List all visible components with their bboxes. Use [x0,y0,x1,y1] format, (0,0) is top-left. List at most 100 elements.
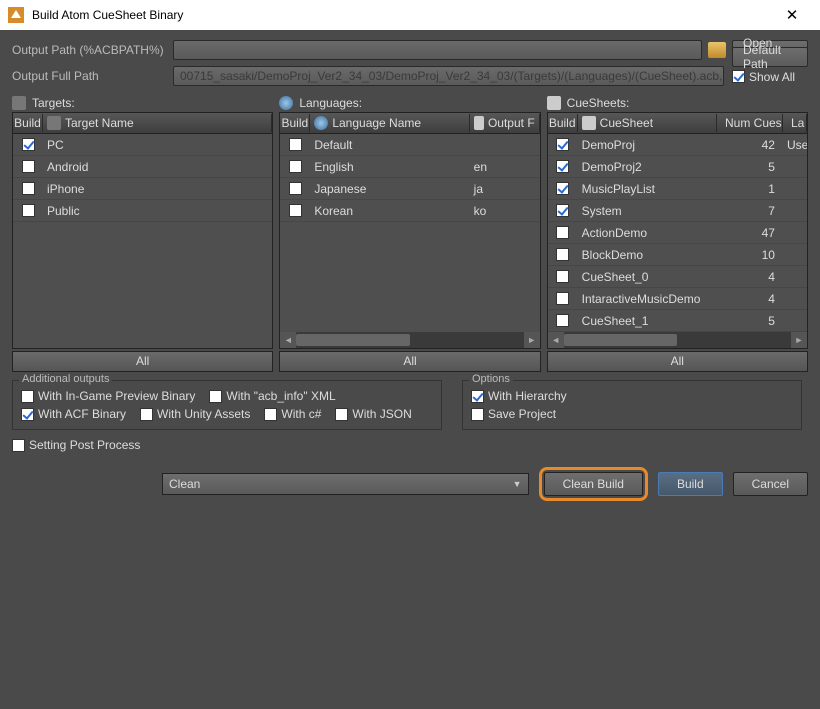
languages-hscrollbar[interactable]: ◄ ► [280,332,539,348]
build-checkbox[interactable] [13,202,43,219]
num-cues: 1 [717,180,783,198]
build-checkbox[interactable] [13,180,43,197]
addout-checkbox[interactable]: With c# [264,407,321,421]
setting-post-process-checkbox[interactable]: Setting Post Process [12,438,140,452]
options-fieldset: Options With HierarchySave Project [462,380,802,430]
addout-checkbox[interactable]: With "acb_info" XML [209,389,335,403]
table-row[interactable]: CueSheet_1 5 [548,310,807,332]
scroll-left-icon[interactable]: ◄ [548,332,564,348]
num-cues: 7 [717,202,783,220]
table-row[interactable]: PC [13,134,272,156]
col-build[interactable]: Build [280,114,310,132]
col-cuesheet[interactable]: CueSheet [578,114,717,132]
table-row[interactable]: Android [13,156,272,178]
table-row[interactable]: System 7 [548,200,807,222]
output-path-input[interactable] [173,40,702,60]
table-row[interactable]: IntaractiveMusicDemo 4 [548,288,807,310]
folder-icon[interactable] [708,42,726,58]
option-checkbox[interactable]: Save Project [471,407,793,421]
build-checkbox[interactable] [548,202,578,219]
build-checkbox[interactable] [280,136,310,153]
la-cell [783,253,807,257]
build-checkbox[interactable] [548,180,578,197]
table-row[interactable]: CueSheet_0 4 [548,266,807,288]
col-output-folder[interactable]: Output F [470,114,540,132]
scroll-right-icon[interactable]: ► [524,332,540,348]
output-folder [470,143,540,147]
targets-all-button[interactable]: All [12,351,273,372]
col-build[interactable]: Build [548,114,578,132]
cuesheets-hscrollbar[interactable]: ◄ ► [548,332,807,348]
table-row[interactable]: English en [280,156,539,178]
col-target-name[interactable]: Target Name [43,114,272,132]
show-all-checkbox[interactable]: Show All [732,70,808,84]
cuesheet-name: CueSheet_0 [578,268,717,286]
build-checkbox[interactable] [13,158,43,175]
num-cues: 42 [717,136,783,154]
language-name: Japanese [310,180,469,198]
scroll-thumb[interactable] [564,334,678,346]
option-label: With Hierarchy [488,389,567,403]
cuesheet-name: System [578,202,717,220]
checkbox-icon [209,390,222,403]
build-checkbox[interactable] [280,158,310,175]
table-row[interactable]: MusicPlayList 1 [548,178,807,200]
checkbox-icon [556,226,569,239]
checkbox-icon [12,439,25,452]
build-checkbox[interactable] [548,224,578,241]
addout-checkbox[interactable]: With JSON [335,407,411,421]
table-row[interactable]: Default [280,134,539,156]
build-checkbox[interactable] [13,136,43,153]
addout-checkbox[interactable]: With ACF Binary [21,407,126,421]
cuesheets-all-button[interactable]: All [547,351,808,372]
cuesheet-name: BlockDemo [578,246,717,264]
build-checkbox[interactable] [548,158,578,175]
scroll-thumb[interactable] [296,334,410,346]
show-all-label: Show All [749,70,795,84]
table-row[interactable]: Public [13,200,272,222]
target-name: iPhone [43,180,272,198]
addout-checkbox[interactable]: With Unity Assets [140,407,250,421]
checkbox-icon [264,408,277,421]
build-checkbox[interactable] [548,290,578,307]
table-row[interactable]: ActionDemo 47 [548,222,807,244]
close-icon[interactable]: ✕ [772,6,812,24]
checkbox-icon [140,408,153,421]
table-row[interactable]: DemoProj 42 Use [548,134,807,156]
target-name: Android [43,158,272,176]
default-path-button[interactable]: Default Path [732,47,808,67]
table-row[interactable]: Korean ko [280,200,539,222]
build-checkbox[interactable] [548,268,578,285]
col-build[interactable]: Build [13,114,43,132]
table-row[interactable]: BlockDemo 10 [548,244,807,266]
table-row[interactable]: Japanese ja [280,178,539,200]
scroll-right-icon[interactable]: ► [791,332,807,348]
target-name: Public [43,202,272,220]
languages-panel: Languages: Build Language Name Output F … [279,96,540,372]
build-checkbox[interactable] [548,246,578,263]
build-checkbox[interactable] [548,136,578,153]
clean-combo[interactable]: Clean ▼ [162,473,529,495]
option-checkbox[interactable]: With Hierarchy [471,389,793,403]
build-button[interactable]: Build [658,472,723,496]
col-language-name[interactable]: Language Name [310,114,469,132]
checkbox-icon [289,204,302,217]
col-num-cues[interactable]: Num Cues [717,114,783,132]
addout-checkbox[interactable]: With In-Game Preview Binary [21,389,195,403]
languages-all-button[interactable]: All [279,351,540,372]
checkbox-icon [335,408,348,421]
cuesheets-panel: CueSheets: Build CueSheet Num Cues La [547,96,808,372]
cuesheet-col-icon [582,116,596,130]
globe-icon [314,116,328,130]
build-checkbox[interactable] [280,180,310,197]
table-row[interactable]: iPhone [13,178,272,200]
clean-build-button[interactable]: Clean Build [544,472,643,496]
scroll-left-icon[interactable]: ◄ [280,332,296,348]
build-checkbox[interactable] [548,312,578,329]
col-la[interactable]: La [783,114,807,132]
build-checkbox[interactable] [280,202,310,219]
cancel-button[interactable]: Cancel [733,472,808,496]
addout-label: With Unity Assets [157,407,250,421]
language-name: Default [310,136,469,154]
table-row[interactable]: DemoProj2 5 [548,156,807,178]
